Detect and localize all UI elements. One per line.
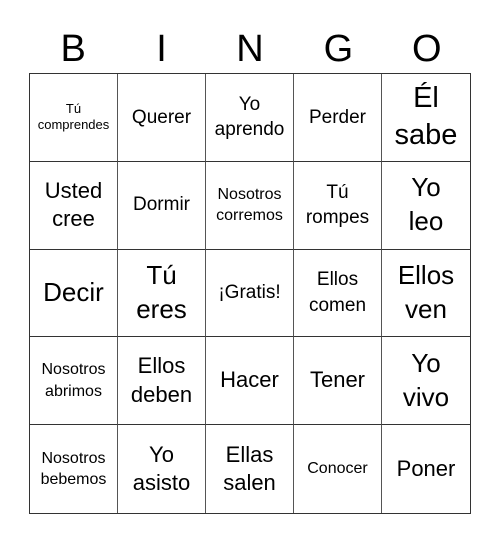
bingo-cell-text: Yo leo: [408, 172, 444, 237]
bingo-cell-text: Ellas salen: [223, 441, 276, 496]
bingo-cell-text: Tú rompes: [305, 181, 370, 229]
bingo-cell-text: Ellos ven: [397, 260, 455, 324]
bingo-cell-text: Tú comprendes: [37, 101, 110, 133]
bingo-cell[interactable]: Yo leo: [382, 162, 470, 250]
bingo-cell-text: Usted cree: [44, 177, 103, 232]
bingo-cell[interactable]: Tener: [294, 337, 382, 426]
bingo-cell-text: Él sabe: [394, 81, 458, 152]
bingo-cell[interactable]: Ellos deben: [118, 337, 206, 426]
bingo-cell[interactable]: Usted cree: [30, 161, 118, 250]
bingo-cell-text: Nosotros corremos: [216, 185, 283, 225]
bingo-cell-text: Nosotros abrimos: [41, 361, 106, 400]
bingo-cell[interactable]: Nosotros corremos: [206, 161, 294, 250]
bingo-cell-text: Nosotros bebemos: [40, 449, 107, 489]
bingo-cell[interactable]: Ellos ven: [382, 250, 470, 338]
bingo-cell[interactable]: Tú rompes: [294, 161, 382, 250]
bingo-cell[interactable]: Ellos comen: [294, 249, 382, 338]
bingo-cell[interactable]: Decir: [30, 249, 118, 338]
bingo-cell-text: Ellos deben: [130, 353, 193, 407]
bingo-cell[interactable]: Nosotros abrimos: [30, 337, 118, 426]
header-letter-g: G: [323, 28, 354, 70]
bingo-cell[interactable]: Él sabe: [382, 74, 470, 162]
bingo-cell[interactable]: Tú eres: [118, 249, 206, 338]
bingo-cell-text: Querer: [131, 106, 192, 128]
bingo-header: B I N G O: [29, 26, 471, 72]
bingo-card-grid: Tú comprendes Querer Yo aprendo Perder Él sa…: [29, 73, 471, 514]
bingo-cell[interactable]: Yo vivo: [382, 337, 470, 426]
bingo-cell-text: Conocer: [307, 460, 368, 478]
header-letter-o: O: [411, 28, 442, 70]
bingo-cell-text: Yo vivo: [402, 347, 450, 412]
bingo-cell[interactable]: Nosotros bebemos: [30, 425, 118, 513]
bingo-cell[interactable]: ¡Gratis!: [206, 249, 294, 338]
header-letter-i: I: [156, 28, 167, 70]
bingo-cell-text: Perder: [308, 106, 367, 128]
bingo-cell[interactable]: Perder: [294, 74, 382, 162]
bingo-cell[interactable]: Ellas salen: [206, 425, 294, 513]
header-letter-b: B: [60, 28, 86, 70]
bingo-cell[interactable]: Tú comprendes: [30, 74, 118, 162]
bingo-cell[interactable]: Poner: [382, 425, 470, 513]
bingo-cell-text: Yo aprendo: [214, 93, 285, 141]
bingo-cell-text: Poner: [396, 455, 456, 481]
bingo-cell-text: Decir: [43, 277, 104, 308]
bingo-cell-text: Tener: [309, 367, 366, 393]
bingo-cell[interactable]: Hacer: [206, 337, 294, 426]
bingo-cell[interactable]: Yo aprendo: [206, 74, 294, 162]
bingo-cell-text: Tú eres: [136, 260, 187, 324]
bingo-cell-text: Dormir: [133, 194, 190, 216]
bingo-cell[interactable]: Querer: [118, 74, 206, 162]
bingo-cell-text: Hacer: [220, 367, 279, 393]
header-letter-n: N: [236, 28, 264, 70]
bingo-cell-text: Ellos comen: [308, 269, 367, 316]
bingo-cell[interactable]: Yo asisto: [118, 425, 206, 513]
bingo-cell-text: Yo asisto: [132, 441, 191, 496]
bingo-cell[interactable]: Conocer: [294, 425, 382, 513]
bingo-cell-text: ¡Gratis!: [218, 282, 281, 304]
bingo-cell[interactable]: Dormir: [118, 161, 206, 250]
